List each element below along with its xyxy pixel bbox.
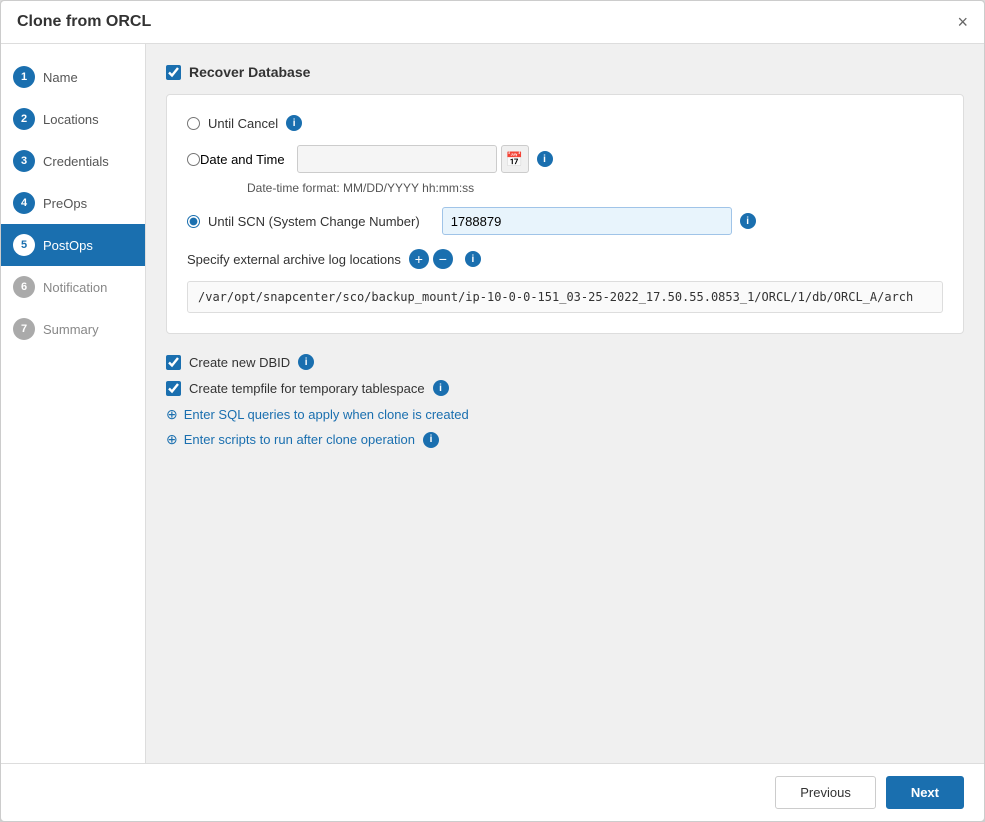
remove-archive-button[interactable]: − — [433, 249, 453, 269]
create-dbid-row: Create new DBID i — [166, 354, 964, 370]
bottom-options: Create new DBID i Create tempfile for te… — [166, 354, 964, 456]
create-tempfile-row: Create tempfile for temporary tablespace… — [166, 380, 964, 396]
recover-database-label[interactable]: Recover Database — [166, 64, 310, 80]
step-num-2: 2 — [13, 108, 35, 130]
calendar-button[interactable]: 📅 — [501, 145, 529, 173]
sidebar-item-name[interactable]: 1 Name — [1, 56, 145, 98]
add-archive-button[interactable]: + — [409, 249, 429, 269]
create-tempfile-info-icon[interactable]: i — [433, 380, 449, 396]
until-scn-label: Until SCN (System Change Number) — [208, 214, 420, 229]
expand-scripts-icon: ⊕ — [166, 431, 178, 448]
sidebar-item-locations[interactable]: 2 Locations — [1, 98, 145, 140]
step-num-5: 5 — [13, 234, 35, 256]
sidebar-label-preops: PreOps — [43, 196, 87, 211]
sidebar-item-notification[interactable]: 6 Notification — [1, 266, 145, 308]
enter-scripts-row[interactable]: ⊕ Enter scripts to run after clone opera… — [166, 431, 964, 448]
close-button[interactable]: × — [957, 13, 968, 31]
expand-sql-icon: ⊕ — [166, 406, 178, 423]
modal-header: Clone from ORCL × — [1, 1, 984, 44]
until-cancel-label: Until Cancel — [208, 116, 278, 131]
previous-button[interactable]: Previous — [775, 776, 876, 809]
archive-path-display: /var/opt/snapcenter/sco/backup_mount/ip-… — [187, 281, 943, 313]
sidebar-label-locations: Locations — [43, 112, 99, 127]
create-dbid-info-icon[interactable]: i — [298, 354, 314, 370]
create-dbid-checkbox[interactable] — [166, 355, 181, 370]
modal-body: 1 Name 2 Locations 3 Credentials 4 PreOp… — [1, 44, 984, 763]
enter-scripts-info-icon[interactable]: i — [423, 432, 439, 448]
step-num-7: 7 — [13, 318, 35, 340]
enter-scripts-link[interactable]: Enter scripts to run after clone operati… — [184, 432, 415, 447]
date-time-input[interactable] — [297, 145, 497, 173]
modal-footer: Previous Next — [1, 763, 984, 821]
until-cancel-info-icon[interactable]: i — [286, 115, 302, 131]
sidebar-item-summary[interactable]: 7 Summary — [1, 308, 145, 350]
sidebar-item-preops[interactable]: 4 PreOps — [1, 182, 145, 224]
create-dbid-label: Create new DBID — [189, 355, 290, 370]
sidebar-label-postops: PostOps — [43, 238, 93, 253]
scn-row: Until SCN (System Change Number) i — [187, 207, 943, 235]
date-time-info-icon[interactable]: i — [537, 151, 553, 167]
recovery-options-box: Until Cancel i Date and Time 📅 i Date-ti… — [166, 94, 964, 334]
scn-info-icon[interactable]: i — [740, 213, 756, 229]
sidebar-label-credentials: Credentials — [43, 154, 109, 169]
archive-label: Specify external archive log locations — [187, 252, 401, 267]
until-scn-radio[interactable] — [187, 215, 200, 228]
recover-database-section: Recover Database — [166, 64, 964, 80]
until-cancel-radio[interactable] — [187, 117, 200, 130]
create-tempfile-checkbox[interactable] — [166, 381, 181, 396]
date-time-label: Date and Time — [200, 152, 285, 167]
archive-info-icon[interactable]: i — [465, 251, 481, 267]
until-cancel-row: Until Cancel i — [187, 115, 943, 131]
recover-database-checkbox[interactable] — [166, 65, 181, 80]
create-tempfile-label: Create tempfile for temporary tablespace — [189, 381, 425, 396]
main-content: Recover Database Until Cancel i Date and… — [146, 44, 984, 763]
next-button[interactable]: Next — [886, 776, 964, 809]
step-num-6: 6 — [13, 276, 35, 298]
sidebar-label-notification: Notification — [43, 280, 107, 295]
archive-row: Specify external archive log locations +… — [187, 249, 943, 269]
sidebar-label-name: Name — [43, 70, 78, 85]
sidebar: 1 Name 2 Locations 3 Credentials 4 PreOp… — [1, 44, 146, 763]
sidebar-item-credentials[interactable]: 3 Credentials — [1, 140, 145, 182]
enter-sql-link[interactable]: Enter SQL queries to apply when clone is… — [184, 407, 469, 422]
scn-input[interactable] — [442, 207, 732, 235]
sidebar-item-postops[interactable]: 5 PostOps — [1, 224, 145, 266]
enter-sql-row[interactable]: ⊕ Enter SQL queries to apply when clone … — [166, 406, 964, 423]
modal-title: Clone from ORCL — [17, 13, 151, 31]
date-time-row: Date and Time 📅 i — [187, 145, 943, 173]
date-format-hint: Date-time format: MM/DD/YYYY hh:mm:ss — [247, 181, 943, 195]
step-num-4: 4 — [13, 192, 35, 214]
step-num-3: 3 — [13, 150, 35, 172]
step-num-1: 1 — [13, 66, 35, 88]
date-time-radio[interactable] — [187, 153, 200, 166]
modal-container: Clone from ORCL × 1 Name 2 Locations 3 C… — [0, 0, 985, 822]
sidebar-label-summary: Summary — [43, 322, 99, 337]
